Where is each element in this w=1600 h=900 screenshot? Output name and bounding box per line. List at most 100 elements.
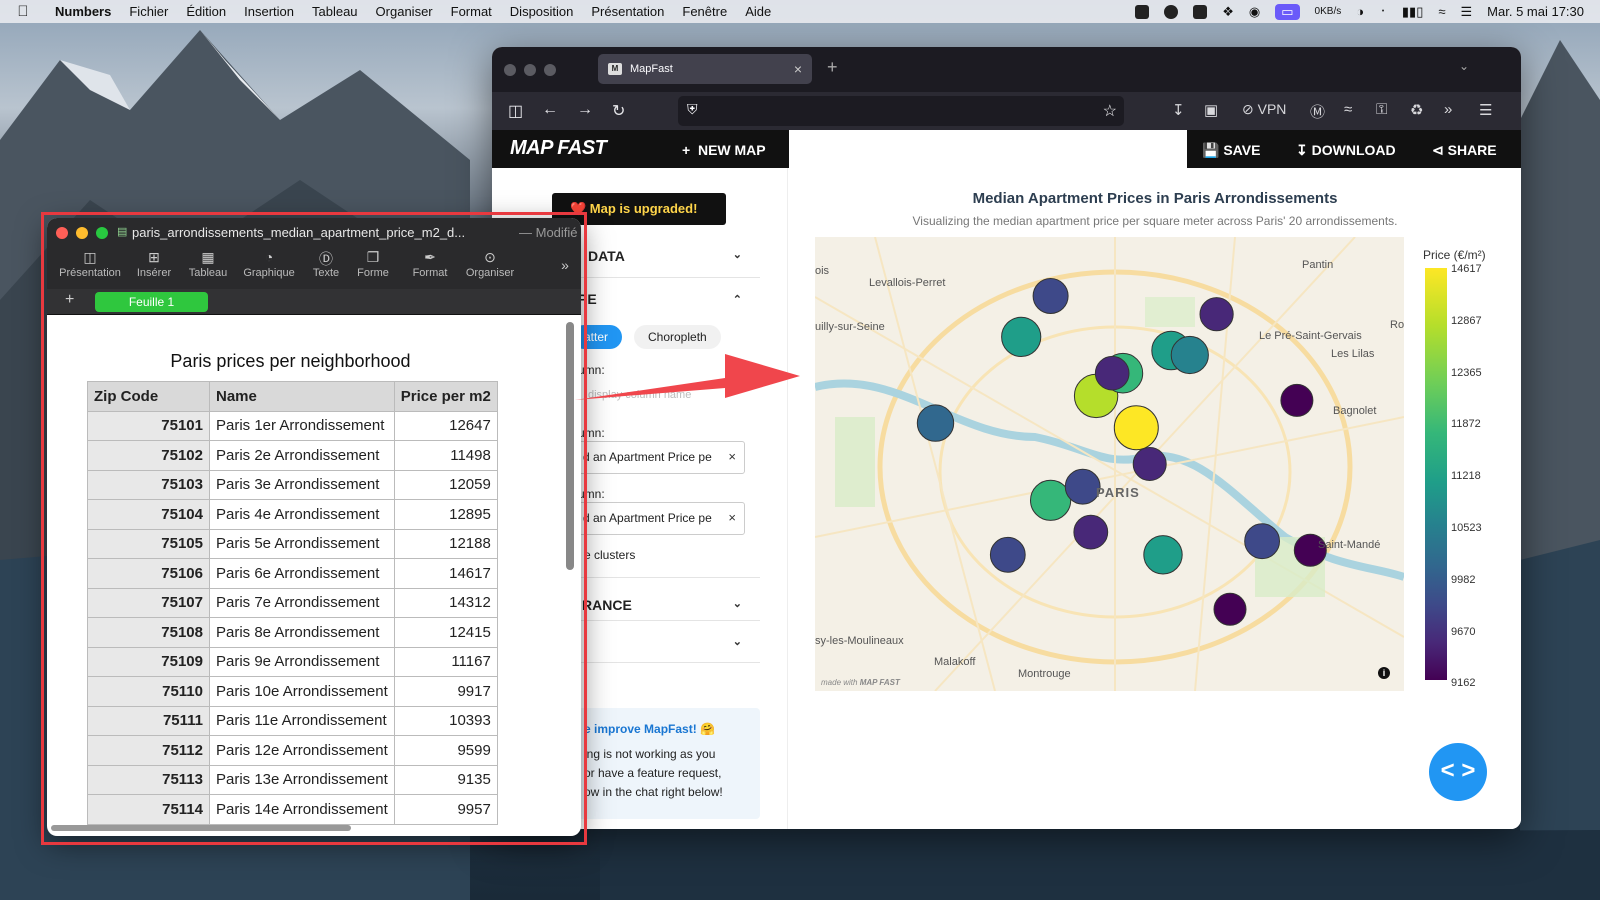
cell-name[interactable]: Paris 3e Arrondissement (209, 469, 395, 500)
price-point[interactable] (1143, 535, 1183, 575)
column-select-1[interactable]: d an Apartment Price pe × (572, 441, 745, 474)
table-row[interactable]: 75114 Paris 14e Arrondissement 9957 (87, 794, 498, 825)
clock[interactable]: Mar. 5 mai 17:30 (1487, 4, 1584, 19)
cell-name[interactable]: Paris 9e Arrondissement (209, 646, 395, 677)
menu-aide[interactable]: Aide (736, 4, 780, 19)
cell-price[interactable]: 9917 (393, 676, 498, 707)
cell-price[interactable]: 14617 (393, 558, 498, 589)
minimize-window-button[interactable] (524, 63, 536, 76)
toolbar-graphique[interactable]: ◔ Graphique (240, 249, 298, 279)
zoom-window-button[interactable] (96, 227, 108, 239)
sheet-tab-feuille-1[interactable]: Feuille 1 (95, 292, 208, 312)
price-point[interactable] (989, 536, 1026, 573)
box-icon[interactable] (1135, 4, 1150, 19)
price-point[interactable] (1113, 405, 1159, 451)
price-point[interactable] (1094, 355, 1130, 391)
table-row[interactable]: 75101 Paris 1er Arrondissement 12647 (87, 410, 498, 441)
cell-price[interactable]: 9957 (393, 794, 498, 825)
download-button[interactable]: ↧ DOWNLOAD (1296, 142, 1396, 159)
price-point[interactable] (1030, 479, 1072, 521)
bluetooth-icon[interactable]: ᛫ (1379, 4, 1387, 19)
toolbar-tableau[interactable]: ▦ Tableau (185, 249, 231, 279)
cell-zip[interactable]: 75106 (87, 558, 210, 589)
overflow-chevron-icon[interactable]: » (1444, 101, 1452, 118)
cell-name[interactable]: Paris 4e Arrondissement (209, 499, 395, 530)
cell-name[interactable]: Paris 2e Arrondissement (209, 440, 395, 471)
tab-list-chevron-icon[interactable]: ⌄ (1459, 59, 1469, 73)
price-point[interactable] (916, 404, 955, 442)
forward-icon[interactable]: → (577, 101, 593, 119)
menu-fenetre[interactable]: Fenêtre (673, 4, 736, 19)
cell-zip[interactable]: 75112 (87, 735, 210, 766)
toolbar-organiser[interactable]: ⊙ Organiser (464, 249, 516, 279)
cell-zip[interactable]: 75105 (87, 528, 210, 559)
map-canvas[interactable]: Levallois-Perret uilly-sur-Seine Pantin … (815, 237, 1404, 691)
apple-menu-icon[interactable]:  (0, 3, 46, 20)
cell-name[interactable]: Paris 5e Arrondissement (209, 528, 395, 559)
cell-zip[interactable]: 75110 (87, 676, 210, 707)
new-tab-icon[interactable]: + (827, 57, 838, 78)
cell-name[interactable]: Paris 8e Arrondissement (209, 617, 395, 648)
close-tab-icon[interactable]: × (794, 61, 802, 77)
price-point[interactable] (1199, 297, 1234, 332)
cell-price[interactable]: 12415 (393, 617, 498, 648)
cell-zip[interactable]: 75104 (87, 499, 210, 530)
price-point[interactable] (1213, 592, 1247, 626)
zoom-window-button[interactable] (544, 63, 556, 76)
horizontal-scrollbar[interactable] (51, 825, 351, 831)
cell-price[interactable]: 12895 (393, 499, 498, 530)
cell-zip[interactable]: 75114 (87, 794, 210, 825)
toolbar-inserer[interactable]: ⊞ Insérer (133, 249, 175, 279)
cell-price[interactable]: 14312 (393, 587, 498, 618)
price-point[interactable] (1032, 278, 1069, 314)
cell-price[interactable]: 11167 (393, 646, 498, 677)
table-title[interactable]: Paris prices per neighborhood (47, 351, 534, 372)
cell-price[interactable]: 9135 (393, 764, 498, 795)
column-select-2[interactable]: d an Apartment Price pe × (572, 502, 745, 535)
table-row[interactable]: 75113 Paris 13e Arrondissement 9135 (87, 764, 498, 795)
price-point[interactable] (1244, 523, 1281, 560)
cell-zip[interactable]: 75113 (87, 764, 210, 795)
vertical-scrollbar[interactable] (566, 322, 574, 570)
price-point[interactable] (1001, 316, 1042, 358)
menu-tableau[interactable]: Tableau (303, 4, 367, 19)
table-row[interactable]: 75110 Paris 10e Arrondissement 9917 (87, 676, 498, 707)
table-row[interactable]: 75109 Paris 9e Arrondissement 11167 (87, 646, 498, 677)
downloads-icon[interactable]: ↧ (1172, 101, 1185, 119)
url-bar[interactable]: ⛨ ☆ (678, 96, 1124, 126)
scrivener-icon[interactable] (1193, 4, 1208, 19)
price-point[interactable] (1073, 514, 1109, 550)
toolbar-texte[interactable]: Ⓓ Texte (309, 249, 343, 279)
dropbox-icon[interactable]: ❖ (1222, 4, 1234, 20)
cell-price[interactable]: 12188 (393, 528, 498, 559)
cell-zip[interactable]: 75103 (87, 469, 210, 500)
toolbar-format[interactable]: ✒ Format (409, 249, 451, 279)
cell-name[interactable]: Paris 11e Arrondissement (209, 705, 395, 736)
table-row[interactable]: 75112 Paris 12e Arrondissement 9599 (87, 735, 498, 766)
menu-insertion[interactable]: Insertion (235, 4, 303, 19)
battery-icon[interactable]: ▮▮▯ (1402, 4, 1423, 20)
add-sheet-icon[interactable]: + (65, 291, 74, 309)
header-price[interactable]: Price per m2 (393, 381, 498, 412)
cell-zip[interactable]: 75111 (87, 705, 210, 736)
table-row[interactable]: 75107 Paris 7e Arrondissement 14312 (87, 587, 498, 618)
cell-name[interactable]: Paris 14e Arrondissement (209, 794, 395, 825)
menu-edition[interactable]: Édition (177, 4, 235, 19)
save-button[interactable]: 💾 SAVE (1202, 142, 1260, 159)
bookmark-star-icon[interactable]: ☆ (1103, 101, 1117, 121)
price-point[interactable] (1132, 447, 1167, 481)
sidebar-icon[interactable]: ◫ (508, 101, 523, 121)
cell-name[interactable]: Paris 10e Arrondissement (209, 676, 395, 707)
cell-name[interactable]: Paris 12e Arrondissement (209, 735, 395, 766)
cell-zip[interactable]: 75109 (87, 646, 210, 677)
hamburger-menu-icon[interactable]: ☰ (1479, 101, 1492, 119)
data-table[interactable]: Zip Code Name Price per m2 75101 Paris 1e… (87, 381, 498, 825)
cell-price[interactable]: 12647 (393, 410, 498, 441)
cell-name[interactable]: Paris 1er Arrondissement (209, 410, 395, 441)
clusters-toggle[interactable]: e clusters (584, 548, 635, 562)
table-row[interactable]: 75108 Paris 8e Arrondissement 12415 (87, 617, 498, 648)
header-name[interactable]: Name (209, 381, 395, 412)
back-icon[interactable]: ← (542, 101, 558, 119)
table-row[interactable]: 75105 Paris 5e Arrondissement 12188 (87, 528, 498, 559)
toolbar-presentation[interactable]: ◫ Présentation (57, 249, 123, 279)
